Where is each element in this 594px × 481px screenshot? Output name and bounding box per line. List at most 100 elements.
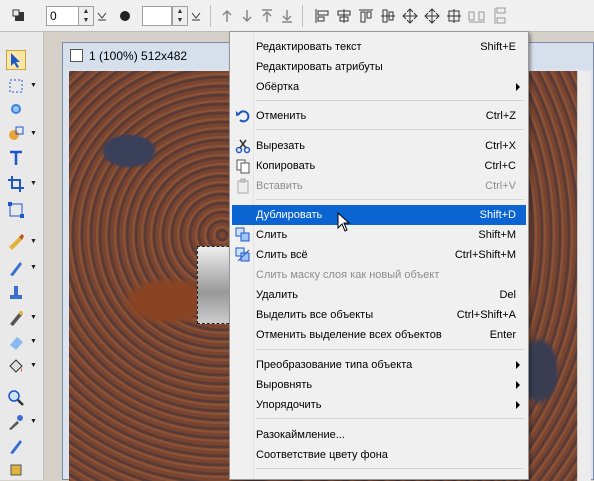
merge-all-icon (235, 247, 251, 263)
copy-icon (235, 158, 251, 174)
move-icon[interactable] (400, 6, 420, 26)
menu-separator (256, 418, 524, 419)
arrange-bottom-icon[interactable] (278, 6, 296, 26)
menu-item[interactable]: Отменить Ctrl+Z (232, 106, 526, 126)
document-icon (70, 49, 83, 62)
scissors-icon (235, 138, 251, 154)
menu-item-shortcut: Ctrl+X (485, 140, 516, 152)
menu-separator (256, 129, 524, 130)
menu-item[interactable]: Отменить выделение всех объектов Enter (232, 325, 526, 345)
menu-item[interactable]: Удалить Del (232, 285, 526, 305)
align-middle-icon[interactable] (378, 6, 398, 26)
arrange-down-icon[interactable] (238, 6, 256, 26)
menu-item[interactable]: Обёртка (232, 77, 526, 97)
menu-item-shortcut: Shift+E (480, 41, 516, 53)
menu-item[interactable]: Упорядочить (232, 395, 526, 415)
eraser-icon[interactable] (6, 332, 26, 352)
lasso-icon[interactable] (6, 100, 26, 120)
document-title: 1 (100%) 512x482 (89, 49, 188, 63)
stamp-icon[interactable] (6, 282, 26, 302)
marquee-icon[interactable] (6, 76, 26, 96)
menu-item[interactable]: Редактировать текст Shift+E (232, 37, 526, 57)
menu-item-label: Преобразование типа объекта (256, 359, 413, 371)
hand-icon[interactable] (6, 460, 26, 480)
submenu-arrow-icon (516, 381, 520, 389)
align-center-icon[interactable] (334, 6, 354, 26)
menu-item-shortcut: Shift+M (478, 229, 516, 241)
submenu-arrow-icon (516, 83, 520, 91)
softness-icon[interactable] (116, 6, 134, 26)
menu-item[interactable]: Копировать Ctrl+C (232, 156, 526, 176)
transform-icon[interactable] (6, 200, 26, 220)
opacity-input[interactable]: 0 (46, 6, 80, 26)
context-menu: Редактировать текст Shift+E Редактировать … (229, 31, 529, 480)
tool-palette: ▼ ▼ ▼ ▼ ▼ ▼ ▼ ▼ ▼ (0, 32, 44, 480)
menu-item-label: Упорядочить (256, 399, 322, 411)
dropdown-icon[interactable] (94, 6, 110, 26)
menu-item[interactable]: Дублировать Shift+D (232, 205, 526, 225)
menu-item[interactable]: Слить всё Ctrl+Shift+M (232, 245, 526, 265)
menu-item[interactable]: Слить Shift+M (232, 225, 526, 245)
menu-item-label: Вырезать (256, 140, 305, 152)
select-arrow-icon[interactable] (6, 50, 26, 70)
menu-separator (256, 199, 524, 200)
menu-item-label: Удалить (256, 289, 298, 301)
chevron-down-icon[interactable]: ▼ (30, 82, 37, 89)
shape-icon[interactable] (6, 124, 26, 144)
menu-item[interactable]: Соответствие цвету фона (232, 445, 526, 465)
chevron-down-icon[interactable]: ▼ (30, 314, 37, 321)
crop-icon[interactable] (6, 174, 26, 194)
menu-item-label: Обёртка (256, 81, 300, 93)
menu-item-label: Разокаймление... (256, 429, 345, 441)
text-icon[interactable] (6, 148, 26, 168)
chevron-down-icon[interactable]: ▼ (30, 362, 37, 369)
chevron-down-icon[interactable]: ▼ (30, 180, 37, 187)
softness-input[interactable] (142, 6, 172, 26)
pen-icon[interactable] (6, 436, 26, 456)
eyedropper-icon[interactable] (6, 412, 26, 432)
chevron-down-icon[interactable]: ▼ (30, 338, 37, 345)
menu-item-label: Слить всё (256, 249, 308, 261)
menu-item[interactable]: Выровнять (232, 375, 526, 395)
menu-item[interactable]: Вырезать Ctrl+X (232, 136, 526, 156)
opacity-icon[interactable] (4, 6, 34, 26)
arrange-up-icon[interactable] (218, 6, 236, 26)
chevron-down-icon[interactable]: ▼ (30, 418, 37, 425)
align-left-icon[interactable] (312, 6, 332, 26)
fill-icon[interactable] (6, 356, 26, 376)
menu-item-shortcut: Ctrl+Shift+M (454, 249, 516, 261)
submenu-arrow-icon (516, 361, 520, 369)
merge-icon (235, 227, 251, 243)
smudge-icon[interactable] (6, 308, 26, 328)
toolbar-divider (302, 5, 303, 27)
distribute-v-icon[interactable] (490, 6, 512, 26)
chevron-down-icon[interactable]: ▼ (30, 238, 37, 245)
dropdown-icon[interactable] (188, 6, 204, 26)
mouse-cursor-icon (337, 212, 351, 232)
paint-icon[interactable] (6, 232, 26, 252)
chevron-down-icon[interactable]: ▼ (30, 264, 37, 271)
menu-item[interactable]: Разокаймление... (232, 425, 526, 445)
center-canvas-icon[interactable] (444, 6, 464, 26)
menu-item[interactable]: Выделить все объекты Ctrl+Shift+A (232, 305, 526, 325)
menu-item-label: Отменить (256, 110, 307, 122)
zoom-icon[interactable] (6, 388, 26, 408)
brush-icon[interactable] (6, 258, 26, 278)
menu-item-shortcut: Ctrl+Z (485, 110, 516, 122)
vertical-scrollbar[interactable] (577, 71, 591, 481)
menu-item-label: Вставить (256, 180, 303, 192)
arrange-top-icon[interactable] (258, 6, 276, 26)
align-top-icon[interactable] (356, 6, 376, 26)
undo-icon (235, 108, 251, 124)
opacity-stepper[interactable]: ▲ ▼ (78, 6, 94, 26)
menu-item[interactable]: Слить маску слоя как новый объект (232, 265, 526, 285)
distribute-h-icon[interactable] (466, 6, 488, 26)
menu-item-label: Копировать (256, 160, 316, 172)
menu-item[interactable]: Вставить Ctrl+V (232, 176, 526, 196)
menu-item[interactable]: Преобразование типа объекта (232, 355, 526, 375)
move-center-icon[interactable] (422, 6, 442, 26)
softness-stepper[interactable]: ▲ ▼ (172, 6, 188, 26)
menu-item[interactable]: Редактировать атрибуты (232, 57, 526, 77)
chevron-down-icon[interactable]: ▼ (30, 130, 37, 137)
menu-separator (256, 349, 524, 350)
